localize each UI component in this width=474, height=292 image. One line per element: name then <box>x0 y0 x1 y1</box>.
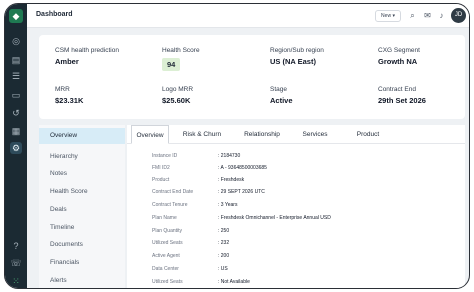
field-label: MRR <box>55 86 70 93</box>
apps-grid-icon[interactable]: ⁙ <box>10 275 22 287</box>
field-contract-end: Contract End 29th Set 2026 <box>378 86 426 105</box>
detail-value: : Not Available <box>218 279 250 285</box>
detail-value: : A - 93648500003685 <box>218 165 267 171</box>
nav-item-health-score[interactable]: Health Score <box>39 184 125 200</box>
field-mrr: MRR $23.31K <box>55 86 83 105</box>
nav-item-financials[interactable]: Financials <box>39 255 125 271</box>
detail-value: : 3 Years <box>218 202 238 208</box>
tab-risk-churn[interactable]: Risk & Churn <box>179 125 225 144</box>
detail-value: : 250 <box>218 228 230 234</box>
detail-value: : Freshdesk Omnichannel - Enterprise Ann… <box>218 215 331 221</box>
field-label: Stage <box>270 86 287 93</box>
section-nav: Overview Hierarchy Notes Health Score De… <box>39 125 125 288</box>
detail-key: Contract Tenure <box>152 202 188 208</box>
list-icon[interactable]: ☰ <box>10 70 22 82</box>
detail-key: Active Agent <box>152 253 180 259</box>
bell-icon[interactable]: ♪ <box>436 10 447 21</box>
detail-value: : 200 <box>218 253 230 259</box>
reports-icon[interactable]: ▦ <box>10 125 22 137</box>
accounts-icon[interactable]: ▤ <box>10 54 22 66</box>
app-logo[interactable]: ◆ <box>9 9 23 23</box>
field-value: Growth NA <box>378 57 418 66</box>
field-label: Contract End <box>378 86 416 93</box>
avatar[interactable]: JD <box>451 8 466 23</box>
field-value: 29th Set 2026 <box>378 96 426 105</box>
nav-item-deals[interactable]: Deals <box>39 202 125 218</box>
tab-bar: Overview Risk & Churn Relationship Servi… <box>127 125 465 144</box>
detail-key: FMI ID2 <box>152 165 170 171</box>
health-score-badge: 94 <box>162 58 181 71</box>
history-icon[interactable]: ↺ <box>10 107 22 119</box>
tab-relationship[interactable]: Relationship <box>239 125 285 144</box>
tab-services[interactable]: Services <box>295 125 335 144</box>
field-label: Logo MRR <box>162 86 194 93</box>
field-label: CSM health prediction <box>55 47 119 54</box>
field-label: Region/Sub region <box>270 47 324 54</box>
detail-key: Plan Name <box>152 215 177 221</box>
field-value: $23.31K <box>55 96 84 105</box>
detail-value: : US <box>218 266 228 272</box>
field-region: Region/Sub region US (NA East) <box>270 47 324 66</box>
detail-key: Utilized Seats <box>152 279 183 285</box>
account-summary-card: CSM health prediction Amber Health Score… <box>39 35 465 119</box>
search-icon[interactable]: ⌕ <box>407 10 418 21</box>
tab-overview[interactable]: Overview <box>131 125 169 144</box>
new-button[interactable]: New ▾ <box>375 10 401 22</box>
nav-item-timeline[interactable]: Timeline <box>39 220 125 236</box>
field-label: CXG Segment <box>378 47 420 54</box>
top-bar: Dashboard New ▾ ⌕ ✉ ♪ JD <box>27 4 469 28</box>
field-cxg-segment: CXG Segment Growth NA <box>378 47 420 66</box>
inbox-icon[interactable]: ▭ <box>10 89 22 101</box>
field-health-score: Health Score 94 <box>162 47 200 72</box>
detail-value: : 232 <box>218 240 230 246</box>
nav-item-notes[interactable]: Notes <box>39 166 125 182</box>
nav-item-hierarchy[interactable]: Hierarchy <box>39 149 125 165</box>
left-rail: ◆ ◎ ▤ ☰ ▭ ↺ ▦ ⚙ ? ☏ ⁙ <box>5 4 27 288</box>
page-title: Dashboard <box>36 11 73 18</box>
account-details-section: Overview Hierarchy Notes Health Score De… <box>39 125 465 288</box>
field-logo-mrr: Logo MRR $25.60K <box>162 86 193 105</box>
settings-icon[interactable]: ⚙ <box>10 142 22 154</box>
dashboard-icon[interactable]: ◎ <box>10 35 22 47</box>
field-value: Active <box>270 96 293 105</box>
nav-item-documents[interactable]: Documents <box>39 237 125 253</box>
tab-product[interactable]: Product <box>350 125 386 144</box>
field-label: Health Score <box>162 47 200 54</box>
field-value: $25.60K <box>162 96 191 105</box>
detail-value: : Freshdesk <box>218 177 245 183</box>
detail-value: : 29 SEPT 2026 UTC <box>218 189 265 195</box>
field-csm-health: CSM health prediction Amber <box>55 47 119 66</box>
nav-item-overview[interactable]: Overview <box>39 128 125 144</box>
help-icon[interactable]: ? <box>10 240 22 252</box>
detail-key: Plan Quantity <box>152 228 183 234</box>
detail-panel: Overview Risk & Churn Relationship Servi… <box>127 125 465 288</box>
detail-value: : 2184730 <box>218 153 241 159</box>
detail-key: Utilized Seats <box>152 240 183 246</box>
detail-key: Data Center <box>152 266 179 272</box>
field-value: US (NA East) <box>270 57 316 66</box>
announcement-icon[interactable]: ✉ <box>422 10 433 21</box>
detail-key: Product <box>152 177 170 183</box>
phone-icon[interactable]: ☏ <box>10 257 22 269</box>
detail-key: Contract End Date <box>152 189 194 195</box>
detail-key: Instance ID <box>152 153 178 159</box>
field-value: Amber <box>55 57 79 66</box>
field-stage: Stage Active <box>270 86 293 105</box>
nav-item-alerts[interactable]: Alerts <box>39 273 125 288</box>
app-window: ◆ ◎ ▤ ☰ ▭ ↺ ▦ ⚙ ? ☏ ⁙ Dashboard New ▾ ⌕ … <box>4 3 470 289</box>
